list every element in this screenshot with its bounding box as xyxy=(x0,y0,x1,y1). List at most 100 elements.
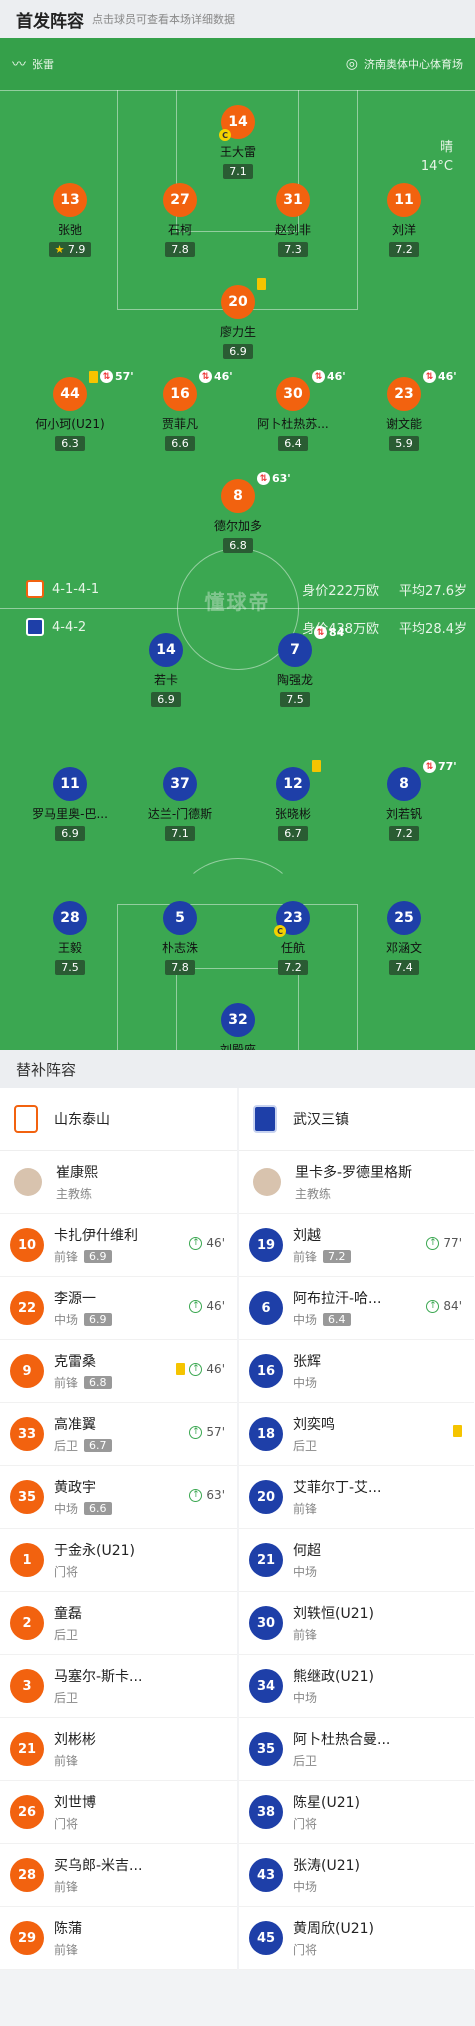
sub-player-row[interactable]: 34 熊继政(U21) 中场 xyxy=(239,1655,474,1718)
player-marker[interactable]: 23 ⇅ 46' 谢文能 5.9 xyxy=(334,370,474,451)
jersey-number: 21 xyxy=(249,1543,283,1577)
player-rating: 7.1 xyxy=(165,826,195,841)
player-rating: 7.5 xyxy=(55,960,85,975)
rating-value: 7.1 xyxy=(171,827,189,840)
sub-player-row[interactable]: 43 张涛(U21) 中场 xyxy=(239,1844,474,1907)
home-team[interactable]: 山东泰山 xyxy=(0,1088,237,1151)
player-info: 张辉 中场 xyxy=(293,1351,321,1391)
player-position: 后卫 6.7 xyxy=(54,1437,112,1454)
player-marker[interactable]: 14 若卡 6.9 xyxy=(96,633,236,707)
sub-player-row[interactable]: 16 张辉 中场 xyxy=(239,1340,474,1403)
position-text: 门将 xyxy=(54,1817,79,1831)
sub-player-row[interactable]: 35 黄政宇 中场 6.6 ↑ 63' xyxy=(0,1466,237,1529)
player-info: 黄周欣(U21) 门将 xyxy=(293,1918,374,1958)
jersey-number: 16 xyxy=(249,1354,283,1388)
player-position: 中场 6.9 xyxy=(54,1311,112,1328)
sub-in-icon: ↑ xyxy=(189,1236,203,1250)
player-name: 于金永(U21) xyxy=(54,1543,135,1559)
position-text: 门将 xyxy=(293,1817,318,1831)
player-info: 刘彬彬 前锋 xyxy=(54,1729,96,1769)
player-rating: 7.1 xyxy=(223,164,253,179)
rating-value: 6.7 xyxy=(284,827,302,840)
rating-wrap: 6.8 xyxy=(168,534,308,553)
jersey-number: 12 xyxy=(276,760,321,801)
player-marker[interactable]: 7 ⇅ 84' 陶强龙 7.5 xyxy=(225,626,365,707)
away-coach[interactable]: 里卡多-罗德里格斯 主教练 xyxy=(239,1151,474,1214)
sub-player-row[interactable]: 21 刘彬彬 前锋 xyxy=(0,1718,237,1781)
sub-player-row[interactable]: 21 何超 中场 xyxy=(239,1529,474,1592)
player-marker[interactable]: 14 C 王大雷 7.1 xyxy=(168,105,308,179)
sub-minute: 77' xyxy=(438,760,457,773)
sub-player-row[interactable]: 18 刘奕鸣 后卫 xyxy=(239,1403,474,1466)
sub-player-row[interactable]: 1 于金永(U21) 门将 xyxy=(0,1529,237,1592)
jersey-number-text: 25 xyxy=(394,910,414,926)
jersey-number: 14 xyxy=(149,633,183,667)
player-name: 阿布拉汗-哈... xyxy=(293,1291,382,1307)
sub-in-icon: ↑ xyxy=(189,1488,203,1502)
jersey-number: 8 ⇅ 63' xyxy=(221,472,291,513)
sub-player-row[interactable]: 22 李源一 中场 6.9 ↑ 46' xyxy=(0,1277,237,1340)
player-rating: 6.9 xyxy=(223,344,253,359)
match-info-bar: 〰张雷 ◎ 济南奥体中心体育场 xyxy=(0,38,475,90)
captain-icon: C xyxy=(219,129,231,141)
temperature: 14°C xyxy=(420,159,453,174)
player-marker[interactable]: 25 邓涵文 7.4 xyxy=(334,901,474,975)
sub-player-row[interactable]: 10 卡扎伊什维利 前锋 6.9 ↑ 46' xyxy=(0,1214,237,1277)
player-info: 艾菲尔丁-艾... 前锋 xyxy=(293,1477,381,1517)
sub-player-row[interactable]: 38 陈星(U21) 门将 xyxy=(239,1781,474,1844)
sub-player-row[interactable]: 19 刘越 前锋 7.2 ↑ 77' xyxy=(239,1214,474,1277)
sub-in-minute: 63' xyxy=(206,1488,225,1502)
home-formation: 4-1-4-1 xyxy=(26,580,99,598)
player-position: 前锋 7.2 xyxy=(293,1248,351,1265)
player-rating: 6.8 xyxy=(223,538,253,553)
sub-player-row[interactable]: 26 刘世博 门将 xyxy=(0,1781,237,1844)
sub-player-row[interactable]: 29 陈蒲 前锋 xyxy=(0,1907,237,1970)
position-text: 前锋 xyxy=(54,1754,79,1768)
away-team[interactable]: 武汉三镇 xyxy=(239,1088,474,1151)
player-position: 前锋 xyxy=(54,1878,142,1895)
sub-player-row[interactable]: 20 艾菲尔丁-艾... 前锋 xyxy=(239,1466,474,1529)
away-subs: 武汉三镇 里卡多-罗德里格斯 主教练 19 刘越 前锋 7.2 ↑ 77' 6 阿布拉汗-哈.… xyxy=(237,1088,474,1970)
sub-in-icon: ↑ xyxy=(426,1299,440,1313)
sub-player-row[interactable]: 9 克雷桑 前锋 6.8 ↑ 46' xyxy=(0,1340,237,1403)
jersey-number: 18 xyxy=(249,1417,283,1451)
rating-value: 7.8 xyxy=(171,961,189,974)
player-name: 谢文能 xyxy=(385,417,422,431)
jersey-number: 35 xyxy=(10,1480,44,1514)
sub-player-row[interactable]: 35 阿卜杜热合曼... 后卫 xyxy=(239,1718,474,1781)
subs-header: 替补阵容 xyxy=(0,1050,475,1088)
player-rating: 7.8 xyxy=(165,242,195,257)
subs-columns: 山东泰山 崔康熙 主教练 10 卡扎伊什维利 前锋 6.9 ↑ 46' 22 李源一 中场 6.9… xyxy=(0,1088,475,1970)
whistle-icon: 〰 xyxy=(12,57,26,73)
player-events xyxy=(257,278,266,290)
rating-value: 5.9 xyxy=(395,437,413,450)
player-rating: 6.9 xyxy=(55,826,85,841)
player-position: 中场 xyxy=(293,1374,321,1391)
player-info: 陈星(U21) 门将 xyxy=(293,1792,360,1832)
sub-player-row[interactable]: 28 买乌郎-米吉... 前锋 xyxy=(0,1844,237,1907)
sub-player-row[interactable]: 2 童磊 后卫 xyxy=(0,1592,237,1655)
position-text: 后卫 xyxy=(293,1439,318,1453)
position-text: 门将 xyxy=(54,1565,79,1579)
sub-player-row[interactable]: 33 高准翼 后卫 6.7 ↑ 57' xyxy=(0,1403,237,1466)
jersey-number: 1 xyxy=(10,1543,44,1577)
player-marker[interactable]: 32刘殿座7.3 xyxy=(168,1003,308,1050)
sub-player-row[interactable]: 6 阿布拉汗-哈... 中场 6.4 ↑ 84' xyxy=(239,1277,474,1340)
player-marker[interactable]: 8 ⇅ 63' 德尔加多 6.8 xyxy=(168,472,308,553)
player-marker[interactable]: 11 刘洋 7.2 xyxy=(334,183,474,257)
player-marker[interactable]: 20 廖力生 6.9 xyxy=(168,278,308,359)
coach-name: 里卡多-罗德里格斯 xyxy=(295,1165,413,1181)
player-position: 前锋 xyxy=(54,1941,82,1958)
sub-player-row[interactable]: 30 刘轶恒(U21) 前锋 xyxy=(239,1592,474,1655)
player-name: 若卡 xyxy=(153,673,178,687)
player-rating: 6.9 xyxy=(84,1250,112,1263)
player-events: ↑ 57' xyxy=(189,1425,225,1439)
player-marker[interactable]: 8 ⇅ 77' 刘若钒 7.2 xyxy=(334,760,474,841)
home-subs: 山东泰山 崔康熙 主教练 10 卡扎伊什维利 前锋 6.9 ↑ 46' 22 李源一 中场 6.9… xyxy=(0,1088,237,1970)
home-coach[interactable]: 崔康熙 主教练 xyxy=(0,1151,237,1214)
weather: 晴 14°C xyxy=(421,138,453,176)
jersey-number-text: 31 xyxy=(283,192,303,208)
sub-player-row[interactable]: 3 马塞尔-斯卡... 后卫 xyxy=(0,1655,237,1718)
sub-player-row[interactable]: 45 黄周欣(U21) 门将 xyxy=(239,1907,474,1970)
jersey-number: 3 xyxy=(10,1669,44,1703)
